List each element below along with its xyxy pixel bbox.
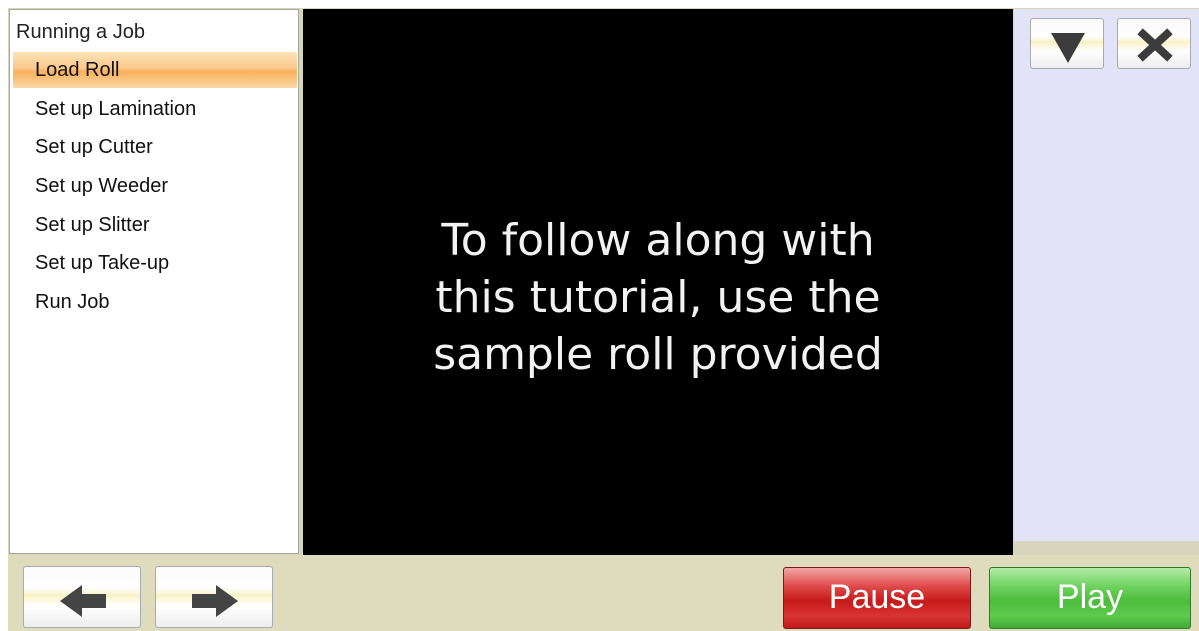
chapter-item-set-up-take-up[interactable]: Set up Take-up [13, 245, 297, 284]
arrow-left-icon [60, 585, 106, 617]
video-player[interactable]: To follow along with this tutorial, use … [303, 9, 1013, 555]
close-button[interactable] [1117, 18, 1191, 69]
chapter-item-set-up-lamination[interactable]: Set up Lamination [13, 91, 297, 130]
chapter-item-set-up-slitter[interactable]: Set up Slitter [13, 207, 297, 246]
arrow-right-icon [192, 585, 238, 617]
video-caption: To follow along with this tutorial, use … [303, 212, 1013, 383]
chapter-item-set-up-cutter[interactable]: Set up Cutter [13, 129, 297, 168]
chapter-item-load-roll[interactable]: Load Roll [13, 52, 297, 88]
chapter-item-set-up-weeder[interactable]: Set up Weeder [13, 168, 297, 207]
next-button[interactable] [155, 566, 273, 628]
video-caption-line: this tutorial, use the [435, 272, 881, 323]
chapter-item-run-job[interactable]: Run Job [13, 284, 297, 323]
chapter-list: Load Roll Set up Lamination Set up Cutte… [13, 52, 297, 323]
triangle-down-icon [1051, 33, 1085, 63]
bottom-toolbar: Pause Play [8, 555, 1199, 631]
close-x-icon [1137, 28, 1173, 62]
chapter-sidebar: Running a Job Load Roll Set up Laminatio… [9, 9, 299, 554]
video-caption-line: sample roll provided [433, 329, 883, 380]
play-button[interactable]: Play [989, 567, 1191, 629]
previous-button[interactable] [23, 566, 141, 628]
pause-button[interactable]: Pause [783, 567, 971, 629]
video-caption-line: To follow along with [441, 215, 875, 266]
sidebar-title: Running a Job [16, 21, 145, 43]
right-panel [1014, 9, 1199, 541]
collapse-button[interactable] [1030, 18, 1104, 69]
